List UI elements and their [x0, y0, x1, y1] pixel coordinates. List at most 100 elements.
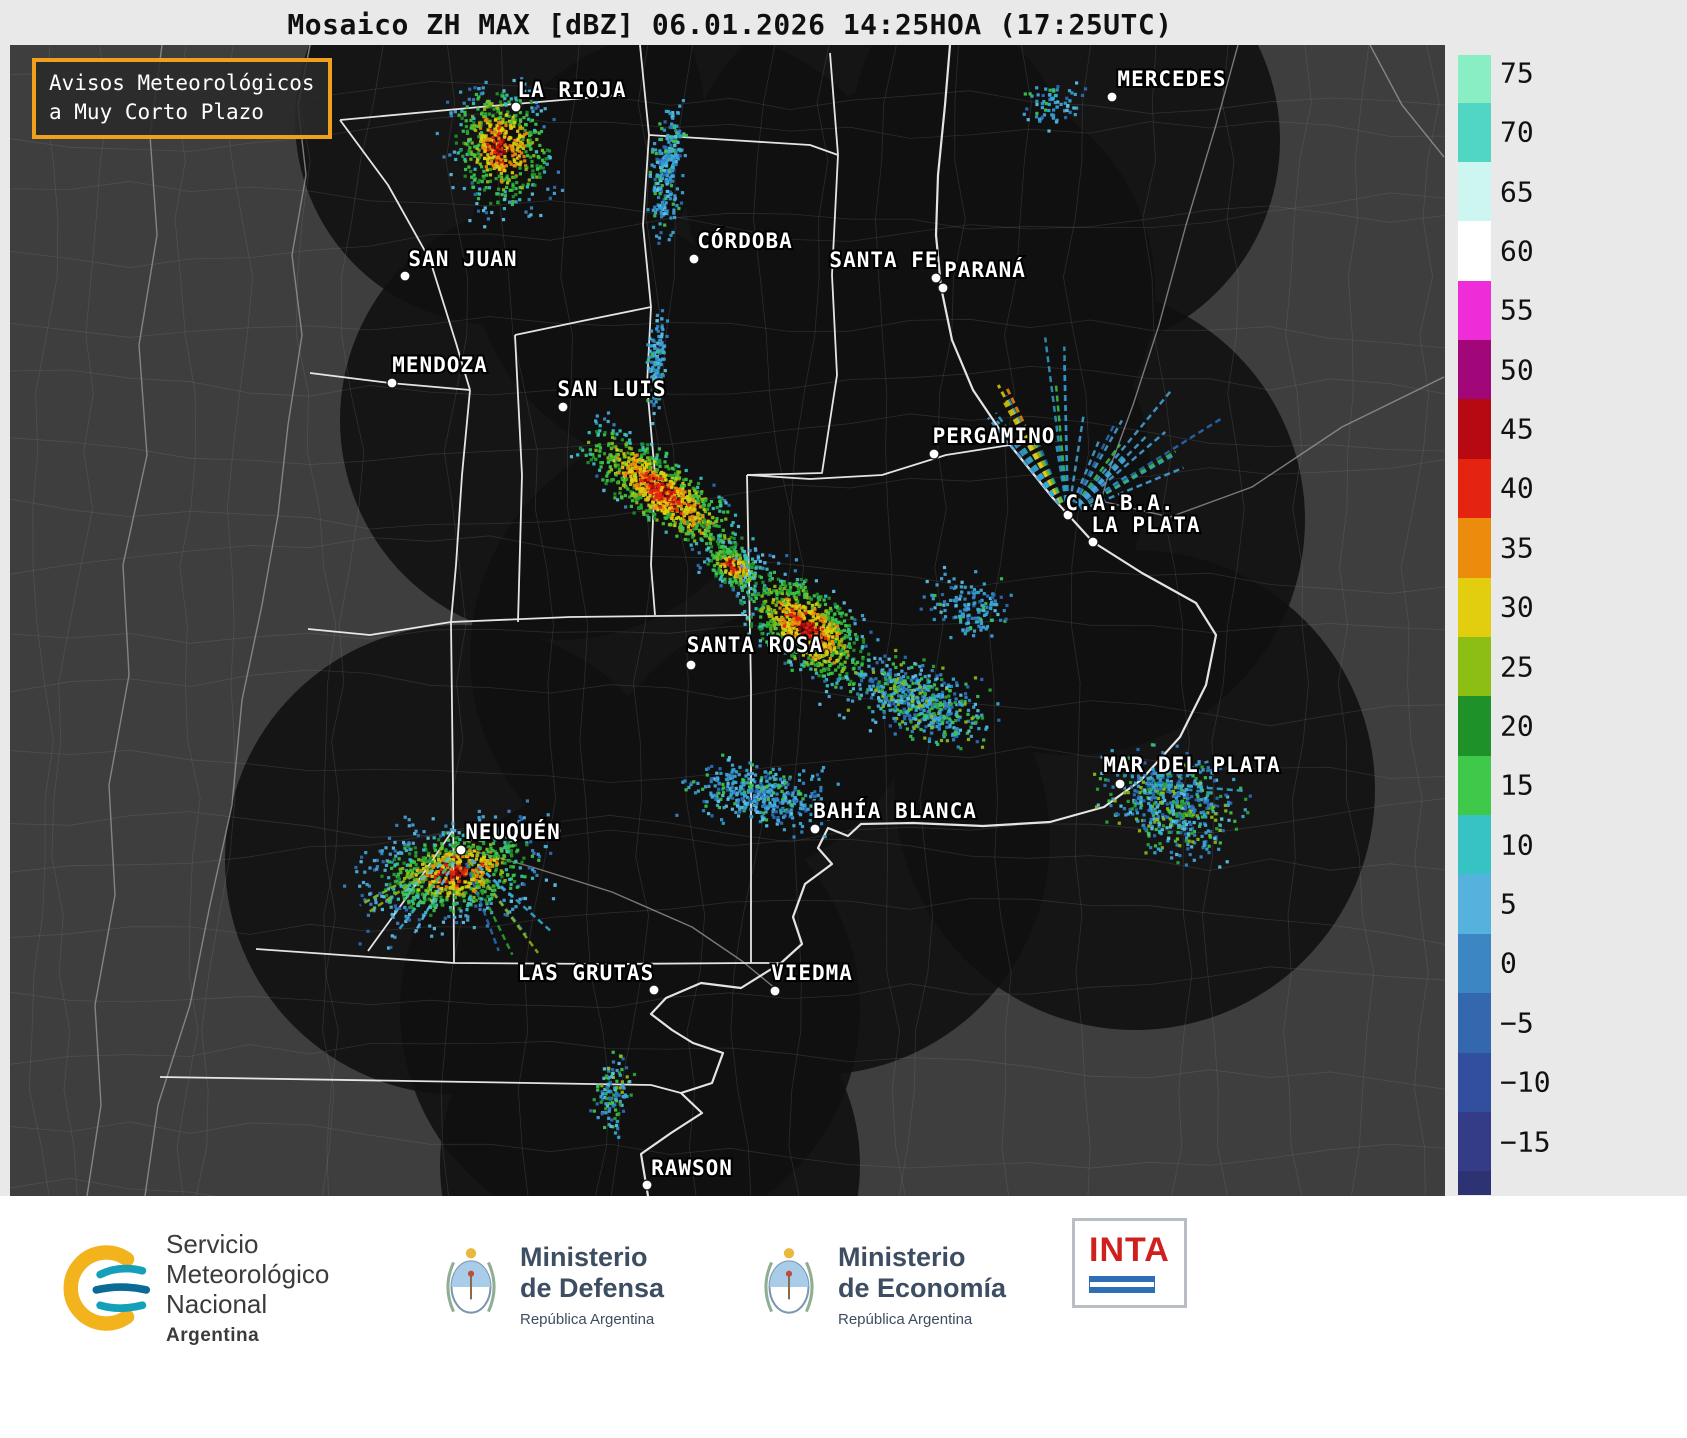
city-dot — [769, 985, 781, 997]
colorbar-segment — [1458, 755, 1491, 815]
colorbar-tick-label: 55 — [1500, 293, 1534, 327]
colorbar-segment — [1458, 221, 1491, 281]
colorbar-tick-label: −5 — [1500, 1006, 1534, 1040]
colorbar-tick-label: 35 — [1500, 531, 1534, 565]
defensa-coat-of-arms — [446, 1248, 496, 1314]
city-label: MENDOZA — [392, 353, 488, 377]
warning-line-2: a Muy Corto Plazo — [49, 100, 264, 125]
economia-line2: de Economía — [838, 1273, 1007, 1304]
city-dot — [455, 844, 467, 856]
warning-line-1: Avisos Meteorológicos — [49, 71, 315, 95]
border-chile-coast — [86, 45, 163, 1196]
economia-coat-of-arms — [764, 1248, 814, 1314]
colorbar-tick-label: 70 — [1500, 115, 1534, 149]
colorbar-segment — [1458, 696, 1491, 756]
city-dot — [399, 270, 411, 282]
radar-figure: Mosaico ZH MAX [dBZ] 06.01.2026 14:25HOA… — [0, 0, 1687, 1438]
colorbar-segment — [1458, 1111, 1491, 1172]
colorbar-tick-label: 15 — [1500, 768, 1534, 802]
colorbar-tick-label: 10 — [1500, 828, 1534, 862]
colorbar-tick-label: 40 — [1500, 471, 1534, 505]
city-label: LAS GRUTAS — [518, 961, 654, 985]
smn-name-line2: Meteorológico — [166, 1258, 330, 1289]
colorbar-segment — [1458, 518, 1491, 578]
colorbar-tick-label: 5 — [1500, 887, 1517, 921]
colorbar-segment — [1458, 102, 1491, 162]
defensa-sub: República Argentina — [520, 1311, 655, 1329]
city-dot — [1114, 778, 1126, 790]
city-dot — [648, 984, 660, 996]
city-dot — [809, 823, 821, 835]
colorbar-tick-label: 30 — [1500, 590, 1534, 624]
inta-logo: INTA — [1072, 1218, 1187, 1308]
city-label: PARANÁ — [944, 257, 1026, 282]
city-label: BAHÍA BLANCA — [813, 798, 977, 823]
defensa-line2: de Defensa — [520, 1273, 665, 1304]
city-label: PERGAMINO — [933, 424, 1056, 448]
colorbar-segment — [1458, 815, 1491, 875]
city-dot — [557, 401, 569, 413]
city-dot — [510, 101, 522, 113]
smn-name-line1: Servicio — [166, 1229, 259, 1259]
colorbar-segment — [1458, 933, 1491, 994]
border-chile-argentina — [144, 45, 311, 1196]
colorbar-segment — [1458, 340, 1491, 400]
colorbar-tick-label: 0 — [1500, 946, 1517, 980]
city-dot — [1106, 91, 1118, 103]
colorbar-segment — [1458, 399, 1491, 459]
city-label: SAN LUIS — [557, 377, 666, 401]
colorbar-segment — [1458, 577, 1491, 637]
radar-map: LA RIOJA MERCEDES SAN JUAN CÓRDOBA SANTA FE P… — [10, 45, 1445, 1196]
city-label: LA PLATA — [1091, 513, 1200, 537]
inta-block: INTA — [1072, 1218, 1187, 1308]
city-label: RAWSON — [651, 1156, 733, 1180]
defensa-line1: Ministerio — [520, 1242, 648, 1272]
smn-country: Argentina — [166, 1324, 260, 1346]
border-brazil — [1369, 45, 1445, 158]
colorbar-tick-label: 60 — [1500, 234, 1534, 268]
smn-logo — [63, 1245, 151, 1331]
colorbar-segment — [1458, 161, 1491, 222]
figure-title: Mosaico ZH MAX [dBZ] 06.01.2026 14:25HOA… — [287, 8, 1173, 41]
colorbar-tick-label: −15 — [1500, 1125, 1551, 1159]
economia-block: Ministerio de Economía República Argenti… — [758, 1242, 1006, 1328]
inta-label: INTA — [1089, 1231, 1170, 1269]
colorbar-tick-label: 25 — [1500, 650, 1534, 684]
footer: Servicio Meteorológico Nacional Argentin… — [0, 1196, 1687, 1438]
city-label: NEUQUÉN — [465, 819, 561, 844]
city-dot — [688, 253, 700, 265]
colorbar-segment — [1458, 1052, 1491, 1112]
colorbar-segment — [1458, 993, 1491, 1053]
colorbar-tick-label: −10 — [1500, 1065, 1551, 1099]
city-dot — [641, 1179, 653, 1191]
colorbar-tick-label: 50 — [1500, 353, 1534, 387]
colorbar-segment — [1458, 55, 1491, 103]
map-canvas: LA RIOJA MERCEDESSAN JUANCÓRDOBASANTA FE P… — [10, 45, 1445, 1196]
city-dot — [930, 272, 942, 284]
colorbar-tick-label: 65 — [1500, 175, 1534, 209]
inta-stripes — [1089, 1276, 1155, 1293]
colorbar-gradient — [1458, 55, 1491, 1195]
colorbar-segment — [1458, 636, 1491, 697]
colorbar-segment — [1458, 1171, 1491, 1195]
economia-line1: Ministerio — [838, 1242, 966, 1272]
colorbar-ticks: 75 70 65 60 55 50 45 40 35 30 25 20 15 10 5 0 −5 −10 −15 — [1500, 55, 1590, 1195]
smn-name-line3: Nacional — [166, 1288, 268, 1319]
warning-box[interactable]: Avisos Meteorológicos a Muy Corto Plazo — [32, 58, 332, 139]
city-dot — [386, 377, 398, 389]
city-dot — [928, 448, 940, 460]
city-label: MAR DEL PLATA — [1103, 753, 1280, 777]
city-label: C.A.B.A. — [1065, 491, 1174, 515]
colorbar-segment — [1458, 280, 1491, 340]
city-label: MERCEDES — [1117, 67, 1226, 91]
colorbar-tick-label: 45 — [1500, 412, 1534, 446]
smn-block: Servicio Meteorológico Nacional Argentin… — [56, 1229, 330, 1347]
economia-sub: República Argentina — [838, 1311, 973, 1329]
city-label: CÓRDOBA — [697, 228, 793, 253]
city-label: SANTA ROSA — [687, 633, 823, 657]
city-dot — [685, 659, 697, 671]
colorbar-tick-label: 75 — [1500, 56, 1534, 90]
city-dot — [1087, 536, 1099, 548]
city-dot — [937, 282, 949, 294]
defensa-block: Ministerio de Defensa República Argentin… — [440, 1242, 664, 1328]
